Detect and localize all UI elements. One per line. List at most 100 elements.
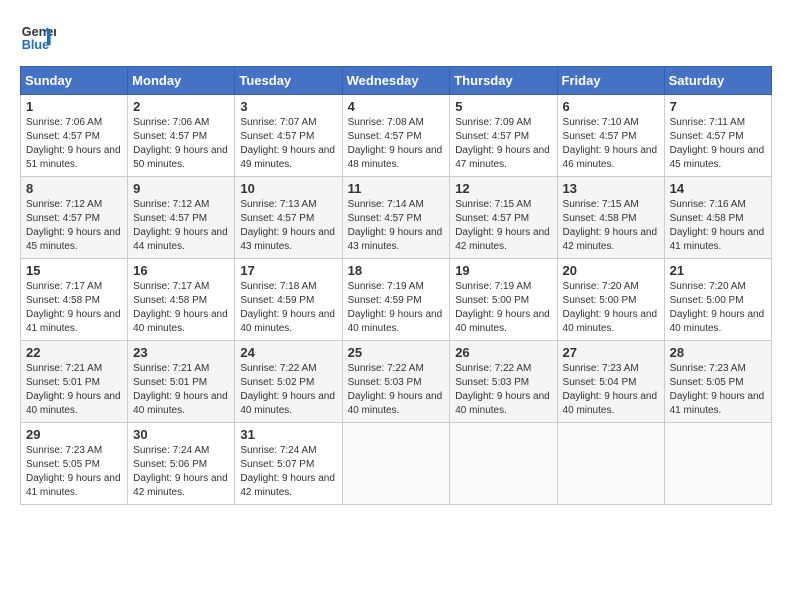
day-info: Sunrise: 7:23 AM Sunset: 5:04 PM Dayligh… — [563, 362, 659, 418]
day-number: 9 — [133, 181, 229, 196]
day-number: 7 — [670, 99, 766, 114]
day-number: 10 — [240, 181, 336, 196]
calendar-cell: 12 Sunrise: 7:15 AM Sunset: 4:57 PM Dayl… — [450, 177, 557, 259]
day-number: 5 — [455, 99, 551, 114]
day-header-tuesday: Tuesday — [235, 67, 342, 95]
day-info: Sunrise: 7:23 AM Sunset: 5:05 PM Dayligh… — [670, 362, 766, 418]
day-number: 11 — [348, 181, 445, 196]
day-number: 4 — [348, 99, 445, 114]
day-number: 31 — [240, 427, 336, 442]
calendar-cell: 5 Sunrise: 7:09 AM Sunset: 4:57 PM Dayli… — [450, 95, 557, 177]
calendar-cell: 7 Sunrise: 7:11 AM Sunset: 4:57 PM Dayli… — [664, 95, 771, 177]
svg-text:Blue: Blue — [22, 38, 49, 52]
day-number: 20 — [563, 263, 659, 278]
calendar-cell: 9 Sunrise: 7:12 AM Sunset: 4:57 PM Dayli… — [128, 177, 235, 259]
logo-icon: General Blue — [20, 20, 56, 56]
day-number: 8 — [26, 181, 122, 196]
calendar-cell: 6 Sunrise: 7:10 AM Sunset: 4:57 PM Dayli… — [557, 95, 664, 177]
calendar-week-5: 29 Sunrise: 7:23 AM Sunset: 5:05 PM Dayl… — [21, 423, 772, 505]
calendar-cell — [342, 423, 450, 505]
day-number: 16 — [133, 263, 229, 278]
calendar-cell: 10 Sunrise: 7:13 AM Sunset: 4:57 PM Dayl… — [235, 177, 342, 259]
day-info: Sunrise: 7:24 AM Sunset: 5:07 PM Dayligh… — [240, 444, 336, 500]
day-number: 14 — [670, 181, 766, 196]
day-info: Sunrise: 7:15 AM Sunset: 4:57 PM Dayligh… — [455, 198, 551, 254]
day-info: Sunrise: 7:20 AM Sunset: 5:00 PM Dayligh… — [563, 280, 659, 336]
day-number: 24 — [240, 345, 336, 360]
day-number: 30 — [133, 427, 229, 442]
calendar-cell: 2 Sunrise: 7:06 AM Sunset: 4:57 PM Dayli… — [128, 95, 235, 177]
day-info: Sunrise: 7:23 AM Sunset: 5:05 PM Dayligh… — [26, 444, 122, 500]
calendar-cell: 27 Sunrise: 7:23 AM Sunset: 5:04 PM Dayl… — [557, 341, 664, 423]
day-info: Sunrise: 7:06 AM Sunset: 4:57 PM Dayligh… — [133, 116, 229, 172]
calendar-header-row: SundayMondayTuesdayWednesdayThursdayFrid… — [21, 67, 772, 95]
day-number: 6 — [563, 99, 659, 114]
day-header-sunday: Sunday — [21, 67, 128, 95]
day-info: Sunrise: 7:19 AM Sunset: 5:00 PM Dayligh… — [455, 280, 551, 336]
day-info: Sunrise: 7:12 AM Sunset: 4:57 PM Dayligh… — [26, 198, 122, 254]
calendar-cell: 8 Sunrise: 7:12 AM Sunset: 4:57 PM Dayli… — [21, 177, 128, 259]
calendar-week-3: 15 Sunrise: 7:17 AM Sunset: 4:58 PM Dayl… — [21, 259, 772, 341]
day-info: Sunrise: 7:16 AM Sunset: 4:58 PM Dayligh… — [670, 198, 766, 254]
calendar-cell: 24 Sunrise: 7:22 AM Sunset: 5:02 PM Dayl… — [235, 341, 342, 423]
day-info: Sunrise: 7:20 AM Sunset: 5:00 PM Dayligh… — [670, 280, 766, 336]
day-number: 13 — [563, 181, 659, 196]
calendar-table: SundayMondayTuesdayWednesdayThursdayFrid… — [20, 66, 772, 505]
day-info: Sunrise: 7:22 AM Sunset: 5:03 PM Dayligh… — [455, 362, 551, 418]
day-number: 1 — [26, 99, 122, 114]
calendar-body: 1 Sunrise: 7:06 AM Sunset: 4:57 PM Dayli… — [21, 95, 772, 505]
calendar-cell: 26 Sunrise: 7:22 AM Sunset: 5:03 PM Dayl… — [450, 341, 557, 423]
day-info: Sunrise: 7:07 AM Sunset: 4:57 PM Dayligh… — [240, 116, 336, 172]
calendar-week-1: 1 Sunrise: 7:06 AM Sunset: 4:57 PM Dayli… — [21, 95, 772, 177]
calendar-cell: 25 Sunrise: 7:22 AM Sunset: 5:03 PM Dayl… — [342, 341, 450, 423]
day-info: Sunrise: 7:14 AM Sunset: 4:57 PM Dayligh… — [348, 198, 445, 254]
day-number: 2 — [133, 99, 229, 114]
day-info: Sunrise: 7:15 AM Sunset: 4:58 PM Dayligh… — [563, 198, 659, 254]
day-info: Sunrise: 7:17 AM Sunset: 4:58 PM Dayligh… — [133, 280, 229, 336]
calendar-cell: 15 Sunrise: 7:17 AM Sunset: 4:58 PM Dayl… — [21, 259, 128, 341]
calendar-week-4: 22 Sunrise: 7:21 AM Sunset: 5:01 PM Dayl… — [21, 341, 772, 423]
day-number: 23 — [133, 345, 229, 360]
calendar-cell: 22 Sunrise: 7:21 AM Sunset: 5:01 PM Dayl… — [21, 341, 128, 423]
day-number: 26 — [455, 345, 551, 360]
calendar-week-2: 8 Sunrise: 7:12 AM Sunset: 4:57 PM Dayli… — [21, 177, 772, 259]
calendar-cell: 30 Sunrise: 7:24 AM Sunset: 5:06 PM Dayl… — [128, 423, 235, 505]
day-header-monday: Monday — [128, 67, 235, 95]
day-number: 12 — [455, 181, 551, 196]
calendar-cell: 29 Sunrise: 7:23 AM Sunset: 5:05 PM Dayl… — [21, 423, 128, 505]
day-info: Sunrise: 7:21 AM Sunset: 5:01 PM Dayligh… — [26, 362, 122, 418]
day-number: 22 — [26, 345, 122, 360]
day-info: Sunrise: 7:08 AM Sunset: 4:57 PM Dayligh… — [348, 116, 445, 172]
day-number: 19 — [455, 263, 551, 278]
calendar-cell: 3 Sunrise: 7:07 AM Sunset: 4:57 PM Dayli… — [235, 95, 342, 177]
calendar-cell: 18 Sunrise: 7:19 AM Sunset: 4:59 PM Dayl… — [342, 259, 450, 341]
day-info: Sunrise: 7:18 AM Sunset: 4:59 PM Dayligh… — [240, 280, 336, 336]
day-info: Sunrise: 7:13 AM Sunset: 4:57 PM Dayligh… — [240, 198, 336, 254]
calendar-cell: 20 Sunrise: 7:20 AM Sunset: 5:00 PM Dayl… — [557, 259, 664, 341]
calendar-cell — [557, 423, 664, 505]
day-info: Sunrise: 7:22 AM Sunset: 5:02 PM Dayligh… — [240, 362, 336, 418]
calendar-cell: 17 Sunrise: 7:18 AM Sunset: 4:59 PM Dayl… — [235, 259, 342, 341]
logo: General Blue — [20, 20, 56, 56]
calendar-cell — [664, 423, 771, 505]
day-info: Sunrise: 7:09 AM Sunset: 4:57 PM Dayligh… — [455, 116, 551, 172]
calendar-cell: 11 Sunrise: 7:14 AM Sunset: 4:57 PM Dayl… — [342, 177, 450, 259]
day-header-friday: Friday — [557, 67, 664, 95]
day-info: Sunrise: 7:17 AM Sunset: 4:58 PM Dayligh… — [26, 280, 122, 336]
day-info: Sunrise: 7:10 AM Sunset: 4:57 PM Dayligh… — [563, 116, 659, 172]
day-number: 21 — [670, 263, 766, 278]
day-header-thursday: Thursday — [450, 67, 557, 95]
day-header-saturday: Saturday — [664, 67, 771, 95]
day-number: 18 — [348, 263, 445, 278]
calendar-cell: 21 Sunrise: 7:20 AM Sunset: 5:00 PM Dayl… — [664, 259, 771, 341]
calendar-cell: 13 Sunrise: 7:15 AM Sunset: 4:58 PM Dayl… — [557, 177, 664, 259]
day-number: 17 — [240, 263, 336, 278]
calendar-cell: 16 Sunrise: 7:17 AM Sunset: 4:58 PM Dayl… — [128, 259, 235, 341]
day-info: Sunrise: 7:11 AM Sunset: 4:57 PM Dayligh… — [670, 116, 766, 172]
day-info: Sunrise: 7:21 AM Sunset: 5:01 PM Dayligh… — [133, 362, 229, 418]
day-number: 25 — [348, 345, 445, 360]
day-info: Sunrise: 7:06 AM Sunset: 4:57 PM Dayligh… — [26, 116, 122, 172]
day-number: 27 — [563, 345, 659, 360]
day-info: Sunrise: 7:19 AM Sunset: 4:59 PM Dayligh… — [348, 280, 445, 336]
calendar-cell: 14 Sunrise: 7:16 AM Sunset: 4:58 PM Dayl… — [664, 177, 771, 259]
